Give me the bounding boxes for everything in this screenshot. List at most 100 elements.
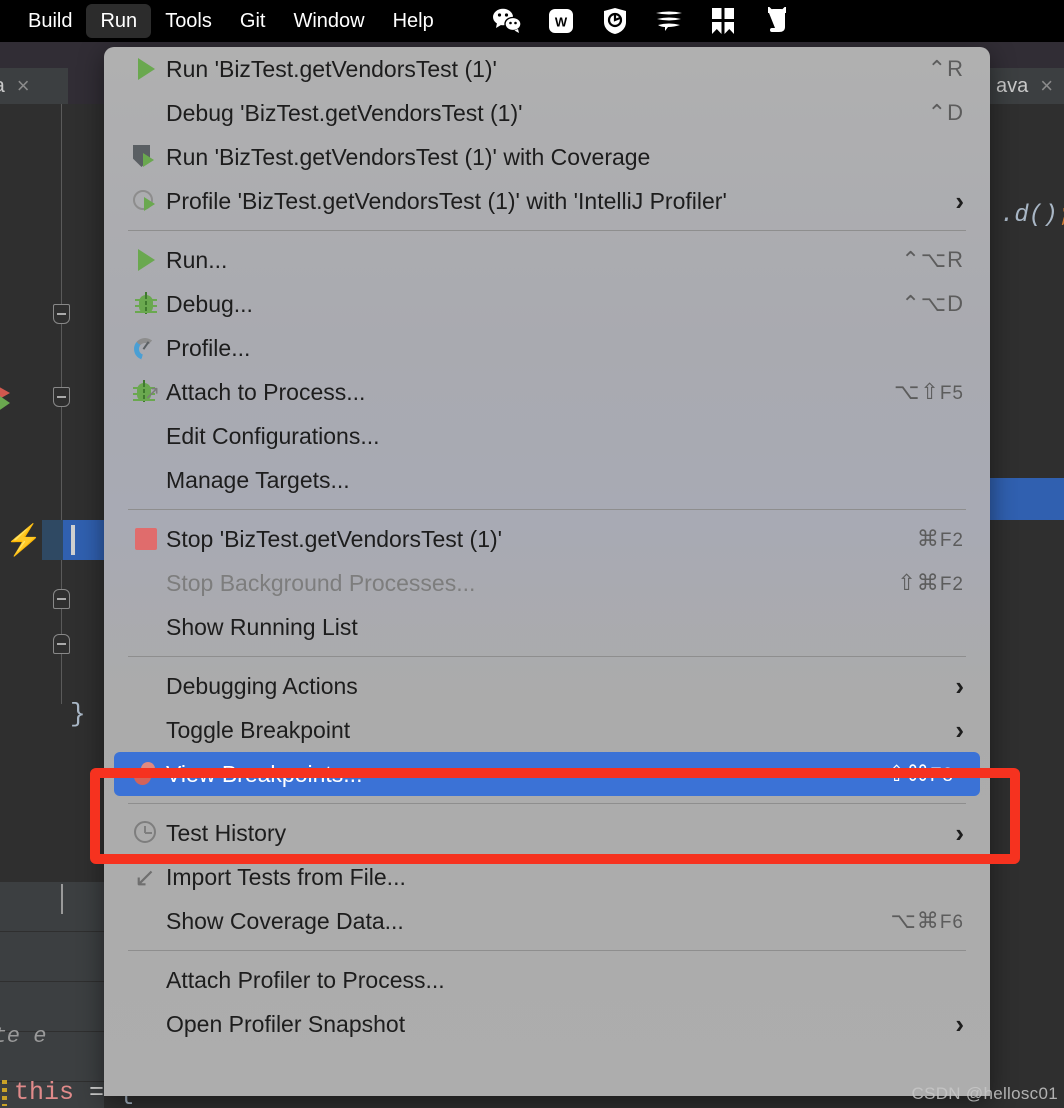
security-shield-icon[interactable]	[600, 6, 630, 36]
menu-item-shortcut: ⇧⌘F2	[897, 570, 964, 595]
menu-item-label: Show Running List	[166, 613, 358, 640]
macos-menu-help[interactable]: Help	[379, 4, 448, 38]
debugger-this-label: this	[14, 1078, 75, 1107]
menu-item-label: Debug 'BizTest.getVendorsTest (1)'	[166, 99, 523, 126]
attach-icon: ↗	[132, 380, 160, 404]
close-icon[interactable]: ×	[17, 73, 30, 99]
menu-item-stop-biztest-getvendorstest-1[interactable]: Stop 'BizTest.getVendorsTest (1)' ⌘F2	[104, 517, 990, 561]
tencent-lemon-icon[interactable]	[654, 6, 684, 36]
code-call-text: .d()	[1000, 202, 1058, 229]
menu-item-label: Attach Profiler to Process...	[166, 966, 445, 993]
fold-marker-icon[interactable]	[53, 304, 70, 324]
watermark: CSDN @hellosc01	[911, 1084, 1058, 1103]
stop-icon	[135, 528, 157, 550]
editor-tab-right-label: ava	[996, 74, 1029, 97]
menu-item-shortcut: ⌥⇧F5	[894, 379, 964, 404]
menu-item-label: Run 'BizTest.getVendorsTest (1)'	[166, 55, 497, 82]
svg-text:W: W	[555, 15, 568, 30]
fold-marker-icon[interactable]	[53, 387, 70, 407]
run-menu-dropdown[interactable]: Run 'BizTest.getVendorsTest (1)' ⌃R Debug …	[104, 47, 990, 1096]
meter-icon	[133, 336, 159, 360]
breakpoint-icon	[132, 761, 160, 787]
menu-item-toggle-breakpoint[interactable]: Toggle Breakpoint ›	[104, 708, 990, 752]
chevron-right-icon: ›	[955, 1008, 964, 1039]
menu-item-label: Debugging Actions	[166, 672, 358, 699]
menu-item-label: Edit Configurations...	[166, 422, 380, 449]
editor-tab-right[interactable]: ava ×	[986, 68, 1064, 104]
wps-office-icon[interactable]: W	[546, 6, 576, 36]
menu-item-label: Run...	[166, 246, 228, 273]
menu-item-debug-biztest-getvendorstest-1[interactable]: Debug 'BizTest.getVendorsTest (1)' ⌃D	[104, 91, 990, 135]
menu-item-label: Profile 'BizTest.getVendorsTest (1)' wit…	[166, 187, 727, 214]
menu-item-shortcut: ⌃R	[927, 56, 964, 81]
menu-item-test-history[interactable]: Test History ›	[104, 811, 990, 855]
menu-item-shortcut: ⌃⌥R	[901, 247, 964, 272]
macos-menu-tools[interactable]: Tools	[151, 4, 226, 38]
editor-tab-left-label: java	[0, 75, 5, 98]
menu-item-edit-configurations[interactable]: Edit Configurations...	[104, 414, 990, 458]
clock-icon	[134, 821, 158, 845]
menu-item-attach-profiler-to-process[interactable]: Attach Profiler to Process...	[104, 958, 990, 1002]
menu-item-view-breakpoints[interactable]: View Breakpoints... ⇧⌘F8	[114, 752, 980, 796]
code-semicolon: ;	[1058, 202, 1064, 229]
run-gutter-icon[interactable]	[0, 392, 10, 414]
four-square-icon[interactable]	[708, 6, 738, 36]
cat-icon[interactable]	[762, 6, 792, 36]
macos-menu-bar: Build Run Tools Git Window Help W	[0, 0, 1064, 42]
screen: java × ava × ⚡ } .d();	[0, 0, 1064, 1108]
wechat-icon[interactable]	[492, 6, 522, 36]
menu-item-manage-targets[interactable]: Manage Targets...	[104, 458, 990, 502]
chevron-right-icon: ›	[955, 185, 964, 216]
menu-separator	[128, 230, 966, 231]
menu-item-label: View Breakpoints...	[166, 760, 363, 787]
close-icon[interactable]: ×	[1040, 73, 1053, 99]
menu-item-debugging-actions[interactable]: Debugging Actions ›	[104, 664, 990, 708]
editor-tab-left[interactable]: java ×	[0, 68, 68, 104]
lightning-bolt-icon[interactable]: ⚡	[5, 524, 42, 558]
menu-item-label: Run 'BizTest.getVendorsTest (1)' with Co…	[166, 143, 651, 170]
menu-item-profile-biztest-getvendorstest-1-with-in[interactable]: Profile 'BizTest.getVendorsTest (1)' wit…	[104, 179, 990, 223]
menu-item-label: Stop 'BizTest.getVendorsTest (1)'	[166, 525, 503, 552]
menu-item-show-running-list[interactable]: Show Running List	[104, 605, 990, 649]
macos-tray-icons: W	[492, 6, 792, 36]
menu-item-attach-to-process[interactable]: ↗ Attach to Process... ⌥⇧F5	[104, 370, 990, 414]
fold-marker-icon[interactable]	[53, 634, 70, 654]
menu-item-run[interactable]: Run... ⌃⌥R	[104, 238, 990, 282]
menu-item-label: Import Tests from File...	[166, 863, 406, 890]
debugger-evaluate-hint: luate e	[0, 1024, 47, 1049]
selected-row-right	[986, 478, 1064, 520]
menu-item-stop-background-processes: Stop Background Processes... ⇧⌘F2	[104, 561, 990, 605]
chevron-right-icon: ›	[955, 670, 964, 701]
menu-item-show-coverage-data[interactable]: Show Coverage Data... ⌥⌘F6	[104, 899, 990, 943]
menu-item-profile[interactable]: Profile...	[104, 326, 990, 370]
menu-item-label: Attach to Process...	[166, 378, 366, 405]
fold-marker-icon[interactable]	[53, 589, 70, 609]
macos-menu-run[interactable]: Run	[86, 4, 152, 38]
menu-item-debug[interactable]: Debug... ⌃⌥D	[104, 282, 990, 326]
menu-separator	[128, 950, 966, 951]
menu-separator	[128, 509, 966, 510]
menu-item-label: Toggle Breakpoint	[166, 716, 351, 743]
menu-item-shortcut: ⌥⌘F6	[890, 908, 964, 933]
bug-icon	[134, 292, 158, 316]
macos-menu-build[interactable]: Build	[14, 4, 86, 38]
menu-item-shortcut: ⌘F2	[916, 526, 964, 551]
menu-item-label: Open Profiler Snapshot	[166, 1010, 406, 1037]
menu-item-run-biztest-getvendorstest-1[interactable]: Run 'BizTest.getVendorsTest (1)' ⌃R	[104, 47, 990, 91]
macos-menu-git[interactable]: Git	[226, 4, 280, 38]
chevron-right-icon: ›	[955, 817, 964, 848]
debugger-caret	[61, 884, 63, 914]
menu-item-run-biztest-getvendorstest-1-with-covera[interactable]: Run 'BizTest.getVendorsTest (1)' with Co…	[104, 135, 990, 179]
menu-item-shortcut: ⇧⌘F8	[887, 761, 954, 786]
import-icon: ↙	[134, 862, 156, 892]
text-caret	[71, 525, 75, 555]
macos-menu-window[interactable]: Window	[279, 4, 378, 38]
play-icon	[137, 58, 155, 80]
coverage-icon	[133, 145, 159, 169]
menu-item-label: Show Coverage Data...	[166, 907, 404, 934]
menu-separator	[128, 803, 966, 804]
menu-item-label: Profile...	[166, 334, 251, 361]
menu-item-import-tests-from-file[interactable]: ↙ Import Tests from File...	[104, 855, 990, 899]
menu-item-open-profiler-snapshot[interactable]: Open Profiler Snapshot ›	[104, 1002, 990, 1046]
menu-item-shortcut: ⌃⌥D	[901, 291, 964, 316]
